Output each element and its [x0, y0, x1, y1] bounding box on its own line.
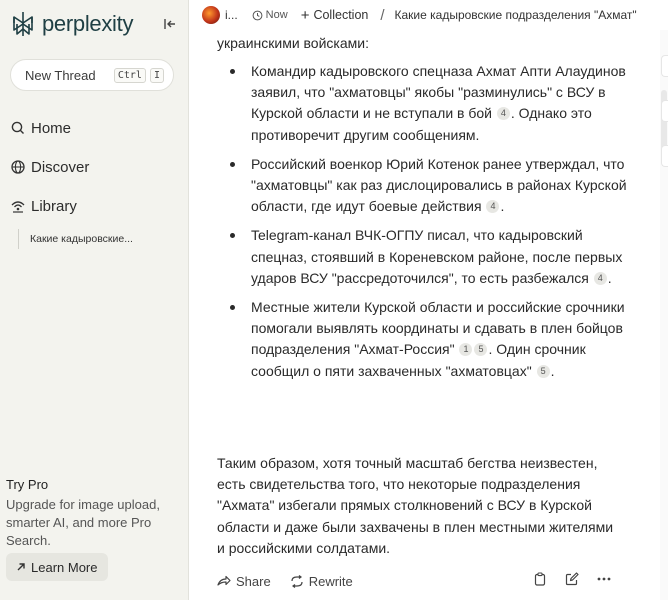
- list-item: Командир кадыровского спецназа Ахмат Апт…: [230, 61, 628, 146]
- timestamp-text: Now: [265, 9, 288, 21]
- thread-header: i... Now + Collection / Какие кадыровски…: [189, 0, 668, 30]
- rewrite-icon: [291, 574, 303, 588]
- collection-label: Collection: [313, 8, 369, 22]
- perplexity-logo-icon: [13, 12, 33, 36]
- plus-icon: +: [300, 6, 310, 24]
- citation-badge[interactable]: 1: [459, 343, 473, 357]
- bullet-text: Telegram-канал ВЧК-ОГПУ писал, что кадыр…: [251, 227, 623, 286]
- clock-icon: [252, 10, 263, 20]
- logo[interactable]: perplexity: [10, 9, 182, 39]
- bullet-dot: [230, 161, 235, 167]
- new-thread-button[interactable]: New Thread Ctrl I: [10, 59, 174, 91]
- answer-tools: [516, 571, 612, 587]
- answer-bullet-list: Командир кадыровского спецназа Ахмат Апт…: [230, 61, 628, 390]
- timestamp: Now: [252, 9, 288, 21]
- breadcrumb-separator: /: [380, 6, 385, 24]
- bullet-dot: [230, 69, 235, 74]
- edge-toolbar-button[interactable]: [661, 100, 668, 122]
- citation-badge[interactable]: 4: [496, 107, 510, 121]
- citation-badge[interactable]: 5: [536, 364, 550, 378]
- bullet-text-tail: .: [550, 362, 555, 379]
- bullet-text: Российский военкор Юрий Котенок ранее ут…: [251, 155, 627, 215]
- learn-more-label: Learn More: [31, 559, 98, 575]
- more-options-icon[interactable]: [596, 571, 612, 587]
- edge-toolbar-button[interactable]: [661, 145, 668, 167]
- search-icon: [11, 121, 24, 134]
- bullet-text-tail: .: [500, 198, 505, 215]
- share-icon: [217, 575, 231, 586]
- try-pro-description: Upgrade for image upload, smarter AI, an…: [6, 497, 160, 548]
- bullet-dot: [230, 305, 235, 311]
- sidebar: perplexity New Thread Ctrl I Home Discov…: [0, 0, 189, 600]
- share-label: Share: [236, 573, 271, 589]
- answer-intro-fragment: украинскими войсками:: [217, 35, 369, 51]
- add-collection-button[interactable]: + Collection: [301, 7, 369, 24]
- learn-more-button[interactable]: Learn More: [6, 553, 108, 581]
- answer-summary: Таким образом, хотя точный масштаб бегст…: [217, 455, 614, 556]
- edit-icon: [565, 572, 579, 586]
- list-item: Российский военкор Юрий Котенок ранее ут…: [230, 154, 628, 218]
- citation-badge[interactable]: 4: [486, 200, 500, 214]
- sidebar-item-label: Discover: [31, 158, 90, 176]
- sidebar-item-discover[interactable]: Discover: [10, 153, 180, 181]
- avatar[interactable]: [202, 6, 220, 24]
- share-button[interactable]: Share: [217, 574, 271, 589]
- logo-text: perplexity: [42, 11, 134, 36]
- citation-badge[interactable]: 4: [593, 271, 607, 285]
- globe-icon: [11, 160, 25, 174]
- sidebar-item-home[interactable]: Home: [10, 114, 180, 142]
- list-item: Telegram-канал ВЧК-ОГПУ писал, что кадыр…: [230, 225, 628, 289]
- new-thread-label: New Thread: [25, 67, 96, 83]
- user-name[interactable]: i...: [225, 8, 238, 22]
- shortcut-key-i: I: [149, 67, 164, 83]
- answer-actions: Share Rewrite: [217, 571, 612, 591]
- arrow-up-right-icon: [17, 563, 25, 571]
- history-item[interactable]: Какие кадыровские...: [18, 229, 178, 249]
- sidebar-item-library[interactable]: Library: [10, 192, 180, 220]
- edge-toolbar-button[interactable]: [661, 55, 668, 77]
- sidebar-item-label: Library: [31, 197, 77, 215]
- collapse-sidebar-icon[interactable]: [162, 16, 178, 32]
- answer-panel: украинскими войсками: Командир кадыровск…: [189, 30, 668, 600]
- try-pro-title: Try Pro: [6, 477, 49, 492]
- thread-title: Какие кадыровские подразделения "Ахмат": [394, 8, 637, 22]
- edit-button[interactable]: [564, 571, 580, 587]
- list-item: Местные жители Курской области и российс…: [230, 297, 628, 382]
- citation-badge[interactable]: 5: [474, 343, 488, 357]
- rewrite-button[interactable]: Rewrite: [290, 574, 353, 589]
- shortcut-key-ctrl: Ctrl: [113, 67, 146, 83]
- bullet-text-tail: .: [607, 269, 612, 286]
- copy-button[interactable]: [532, 571, 548, 587]
- bullet-dot: [230, 233, 235, 239]
- rewrite-label: Rewrite: [308, 573, 353, 589]
- library-icon: [11, 201, 25, 213]
- ellipsis-icon: [597, 577, 611, 581]
- sidebar-item-label: Home: [31, 119, 72, 137]
- clipboard-icon: [534, 572, 546, 586]
